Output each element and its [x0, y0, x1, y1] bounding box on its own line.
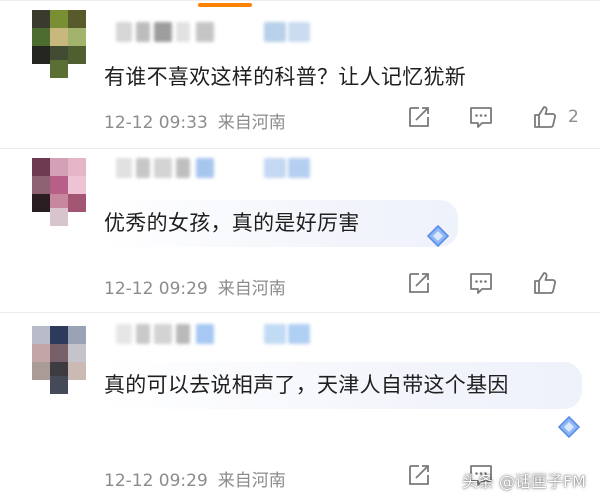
avatar-pixel [50, 326, 68, 344]
username-blur-block [154, 158, 172, 178]
comment-time: 12-12 09:29 [104, 471, 208, 491]
comment-item: 优秀的女孩，真的是好厉害 12-12 09:29 来自河南 [0, 150, 600, 310]
username-blur-block [196, 324, 214, 344]
comment-location: 来自河南 [217, 471, 286, 491]
comment-text: 真的可以去说相声了，天津人自带这个基因 [104, 373, 509, 397]
share-icon[interactable] [406, 104, 432, 130]
share-icon[interactable] [406, 270, 432, 296]
avatar-pixel [68, 10, 86, 28]
avatar[interactable] [32, 158, 86, 226]
comment-icon[interactable] [468, 270, 494, 296]
comment-meta: 12-12 09:29 来自河南 [104, 466, 286, 491]
avatar-pixel [32, 176, 50, 194]
comment-meta: 12-12 09:33 来自河南 [104, 108, 286, 133]
avatar-pixel [32, 28, 50, 46]
avatar-pixel [68, 46, 86, 64]
comment-meta: 12-12 09:29 来自河南 [104, 274, 286, 299]
avatar-pixel [32, 344, 50, 362]
avatar[interactable] [32, 10, 86, 78]
avatar-pixel [68, 326, 86, 344]
avatar-pixel [50, 60, 68, 78]
username-blur-block [264, 324, 286, 344]
username-blur-block [264, 22, 286, 42]
watermark: 头条 @话匣子FM [461, 472, 586, 491]
username-blur-block [176, 22, 190, 42]
avatar-pixel [68, 28, 86, 46]
comment-text-wrap: 优秀的女孩，真的是好厉害 [100, 200, 458, 247]
username-blur-block [288, 324, 310, 344]
avatar-pixel [68, 362, 86, 380]
username-blur-block [116, 158, 132, 178]
username-blur-block [116, 324, 132, 344]
username-blur-block [116, 22, 132, 42]
avatar-pixel [68, 194, 86, 212]
avatar-pixel [32, 10, 50, 28]
username-blur-block [196, 22, 214, 42]
avatar-pixel [50, 376, 68, 394]
diamond-badge-icon [426, 224, 450, 248]
diamond-badge-icon [557, 415, 581, 439]
username-blur-block [154, 324, 172, 344]
divider [0, 312, 600, 313]
avatar-pixel [32, 46, 50, 64]
avatar-pixel [68, 158, 86, 176]
avatar-pixel [32, 158, 50, 176]
comment-time: 12-12 09:29 [104, 279, 208, 299]
username-blur-block [136, 22, 150, 42]
avatar-pixel [50, 28, 68, 46]
avatar-pixel [50, 176, 68, 194]
comment-icon[interactable] [468, 104, 494, 130]
comment-text-wrap: 有谁不喜欢这样的科普？让人记忆犹新 [100, 54, 480, 101]
username-blur-block [154, 22, 172, 42]
username-blur-block [136, 324, 150, 344]
like-count: 2 [568, 107, 579, 127]
comment-time: 12-12 09:33 [104, 113, 208, 133]
comment-text-wrap: 真的可以去说相声了，天津人自带这个基因 [100, 362, 582, 409]
username-blur-block [288, 158, 310, 178]
avatar[interactable] [32, 326, 86, 394]
comment-text: 优秀的女孩，真的是好厉害 [104, 211, 360, 235]
avatar-pixel [32, 194, 50, 212]
avatar-pixel [50, 344, 68, 362]
username-blur-block [264, 158, 286, 178]
like-icon[interactable] [532, 104, 558, 130]
avatar-pixel [50, 158, 68, 176]
username-blur-block [196, 158, 214, 178]
like-icon[interactable] [532, 270, 558, 296]
comment-item: 有谁不喜欢这样的科普？让人记忆犹新 12-12 09:33 来自河南 2 [0, 0, 600, 150]
share-icon[interactable] [406, 462, 432, 488]
username-blur-block [176, 324, 190, 344]
divider [0, 148, 600, 149]
comment-text: 有谁不喜欢这样的科普？让人记忆犹新 [104, 65, 467, 89]
username-blur-block [288, 22, 310, 42]
avatar-pixel [68, 176, 86, 194]
avatar-pixel [68, 344, 86, 362]
username-blur-block [176, 158, 190, 178]
username-blur-block [136, 158, 150, 178]
avatar-pixel [50, 208, 68, 226]
comment-location: 来自河南 [217, 113, 286, 133]
comment-location: 来自河南 [217, 279, 286, 299]
avatar-pixel [32, 362, 50, 380]
avatar-pixel [50, 10, 68, 28]
avatar-pixel [32, 326, 50, 344]
